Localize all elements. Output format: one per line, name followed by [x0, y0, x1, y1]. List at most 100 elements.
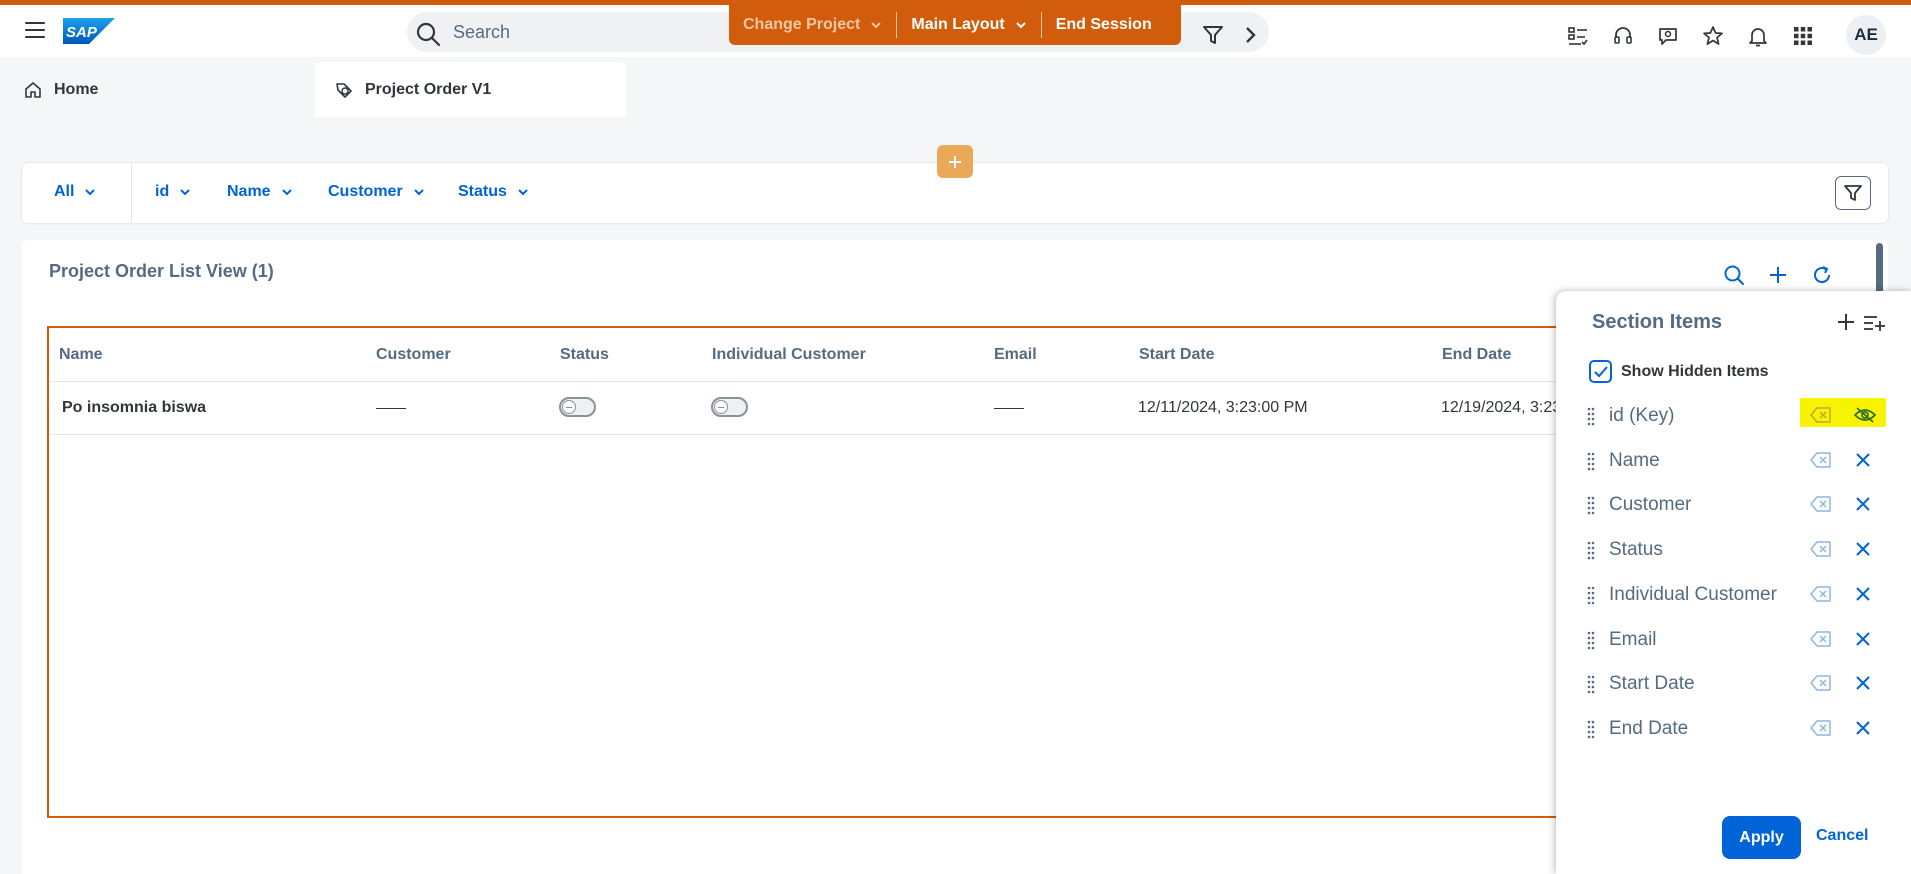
grid-menu-icon[interactable] [1791, 24, 1814, 47]
sap-logo[interactable]: SAP [63, 18, 115, 44]
tab-home[interactable]: Home [24, 62, 98, 117]
section-item-start-date[interactable]: Start Date [1586, 669, 1886, 699]
drag-handle-icon[interactable] [1586, 719, 1596, 739]
search-icon[interactable] [1723, 264, 1745, 286]
filter-icon [1844, 185, 1862, 201]
column-header[interactable]: Name [59, 346, 103, 364]
change-project-button[interactable]: Change Project [729, 11, 896, 39]
avatar-initials: AE [1854, 25, 1878, 44]
drag-handle-icon[interactable] [1586, 585, 1596, 605]
add-icon[interactable] [1767, 264, 1789, 286]
feedback-icon[interactable] [1656, 24, 1679, 47]
drag-handle-icon[interactable] [1586, 630, 1596, 650]
chevron-right-icon[interactable] [1243, 25, 1257, 45]
shell-bar: SAP Change Project Main Layout End Sessi… [0, 5, 1911, 57]
filter-icon[interactable] [1202, 24, 1224, 46]
search-icon [416, 22, 441, 47]
clear-icon[interactable] [1810, 451, 1832, 469]
drag-handle-icon[interactable] [1586, 540, 1596, 560]
section-item-label: Start Date [1609, 673, 1695, 694]
filter-label: All [54, 183, 75, 200]
clear-icon[interactable] [1810, 674, 1832, 692]
close-icon[interactable] [1854, 451, 1872, 469]
end-session-label: End Session [1055, 16, 1152, 33]
section-item-label: Email [1609, 629, 1657, 650]
divider [131, 163, 132, 223]
close-icon[interactable] [1854, 495, 1872, 513]
star-icon[interactable] [1701, 24, 1724, 47]
cell-start-date: 12/11/2024, 3:23:00 PM [1138, 399, 1308, 416]
filter-all[interactable]: All [54, 183, 96, 201]
filter-settings-button[interactable] [1835, 176, 1871, 210]
show-hidden-checkbox[interactable] [1589, 360, 1612, 383]
section-item-label: Name [1609, 450, 1660, 471]
close-icon[interactable] [1854, 540, 1872, 558]
clear-icon[interactable] [1810, 585, 1832, 603]
filter-label: Customer [328, 183, 403, 200]
section-item-label: Individual Customer [1609, 584, 1777, 605]
change-project-label: Change Project [743, 16, 861, 33]
hide-icon[interactable] [1854, 406, 1876, 424]
search-input[interactable] [453, 21, 703, 43]
apply-button[interactable]: Apply [1722, 816, 1801, 859]
avatar[interactable]: AE [1846, 15, 1886, 55]
filter-label: id [155, 183, 170, 200]
session-toolbar: Change Project Main Layout End Session [729, 5, 1181, 45]
section-item-name[interactable]: Name [1586, 446, 1886, 476]
column-header[interactable]: Status [560, 346, 609, 364]
clear-icon[interactable] [1810, 495, 1832, 513]
tab-project-order[interactable]: Project Order V1 [315, 62, 626, 117]
menu-icon[interactable] [25, 22, 45, 38]
table-row[interactable]: Po insomnia biswa 12/11/2024, 3:23:00 PM… [49, 382, 1579, 435]
section-item-customer[interactable]: Customer [1586, 490, 1886, 520]
section-item-status[interactable]: Status [1586, 535, 1886, 565]
drag-handle-icon[interactable] [1586, 406, 1596, 426]
add-icon[interactable] [1836, 312, 1856, 332]
clear-icon[interactable] [1810, 630, 1832, 648]
clear-icon[interactable] [1810, 719, 1832, 737]
close-icon[interactable] [1854, 719, 1872, 737]
filter-name[interactable]: Name [227, 183, 293, 201]
refresh-icon[interactable] [1811, 264, 1833, 286]
plus-icon [949, 155, 961, 168]
filter-id[interactable]: id [155, 183, 191, 201]
scrollbar[interactable] [1876, 243, 1883, 295]
drag-handle-icon[interactable] [1586, 495, 1596, 515]
checkmark-icon [1593, 365, 1608, 377]
headset-icon[interactable] [1611, 24, 1634, 47]
end-session-button[interactable]: End Session [1042, 11, 1166, 39]
cell-customer-empty [376, 408, 406, 409]
section-item-label: Status [1609, 539, 1663, 560]
column-header[interactable]: Individual Customer [712, 346, 866, 364]
tab-label: Project Order V1 [365, 80, 492, 98]
main-layout-button[interactable]: Main Layout [897, 11, 1040, 39]
section-item-id[interactable]: id (Key) [1586, 401, 1886, 431]
filter-label: Name [227, 183, 271, 200]
cell-name: Po insomnia biswa [62, 399, 207, 416]
section-item-individual-customer[interactable]: Individual Customer [1586, 580, 1886, 610]
status-switch[interactable] [559, 397, 596, 417]
bell-icon[interactable] [1746, 24, 1769, 47]
drag-handle-icon[interactable] [1586, 674, 1596, 694]
column-header[interactable]: End Date [1442, 346, 1511, 364]
drag-handle-icon[interactable] [1586, 451, 1596, 471]
filter-customer[interactable]: Customer [328, 183, 425, 201]
tasks-icon[interactable] [1566, 24, 1589, 47]
tab-label: Home [54, 80, 99, 98]
individual-customer-switch[interactable] [711, 397, 748, 417]
close-icon[interactable] [1854, 585, 1872, 603]
section-item-email[interactable]: Email [1586, 625, 1886, 655]
add-section-button[interactable] [937, 145, 973, 178]
column-header[interactable]: Start Date [1139, 346, 1215, 364]
show-hidden-items-toggle[interactable]: Show Hidden Items [1589, 360, 1769, 383]
filter-status[interactable]: Status [458, 183, 529, 201]
add-row-icon[interactable] [1863, 313, 1885, 333]
clear-icon[interactable] [1810, 540, 1832, 558]
section-item-end-date[interactable]: End Date [1586, 714, 1886, 744]
close-icon[interactable] [1854, 674, 1872, 692]
close-icon[interactable] [1854, 630, 1872, 648]
column-header[interactable]: Customer [376, 346, 451, 364]
cancel-button[interactable]: Cancel [1816, 827, 1868, 845]
clear-icon[interactable] [1810, 406, 1832, 424]
column-header[interactable]: Email [994, 346, 1037, 364]
